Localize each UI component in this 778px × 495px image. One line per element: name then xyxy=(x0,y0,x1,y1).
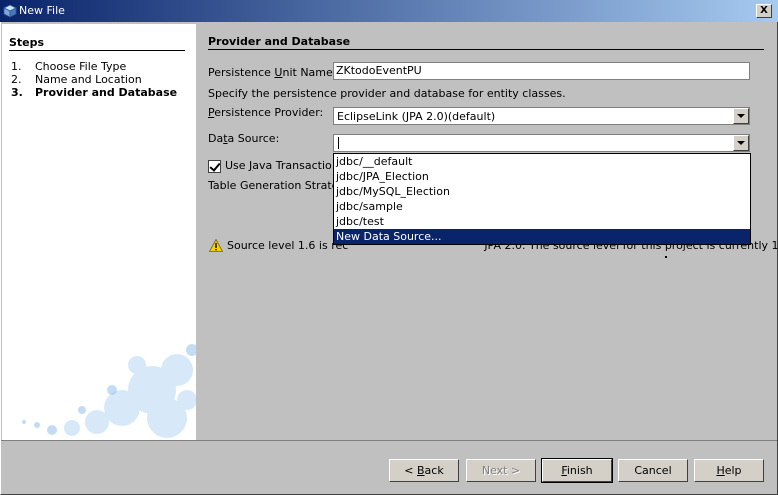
back-button[interactable]: < Back xyxy=(389,459,459,482)
panel-divider xyxy=(208,49,764,50)
datasource-option[interactable]: jdbc/MySQL_Election xyxy=(334,184,750,199)
use-jta-label: Use Java Transactio xyxy=(225,159,332,172)
finish-button[interactable]: Finish xyxy=(541,458,613,483)
step-label: Name and Location xyxy=(35,73,142,86)
close-button[interactable]: X xyxy=(756,4,772,18)
chevron-down-icon[interactable] xyxy=(733,135,749,151)
help-button[interactable]: Help xyxy=(694,459,764,482)
step-item: 2. Name and Location xyxy=(11,73,142,86)
steps-panel: Steps 1. Choose File Type 2. Name and Loca… xyxy=(2,24,196,440)
step-number: 3. xyxy=(11,86,23,99)
step-number: 2. xyxy=(11,73,22,86)
new-data-source-option[interactable]: New Data Source... xyxy=(334,229,750,244)
close-icon: X xyxy=(760,5,768,16)
datasource-dropdown-list[interactable]: jdbc/__default jdbc/JPA_Election jdbc/My… xyxy=(333,153,751,245)
datasource-label: Data Source: xyxy=(208,132,280,145)
steps-title: Steps xyxy=(9,36,45,49)
chevron-down-icon[interactable] xyxy=(733,108,749,124)
next-button[interactable]: Next > xyxy=(466,459,536,482)
use-jta-checkbox[interactable] xyxy=(208,160,221,173)
decorative-bubbles-graphic xyxy=(22,344,196,438)
window-title: New File xyxy=(19,4,65,17)
text-caret xyxy=(338,137,339,149)
datasource-option[interactable]: jdbc/__default xyxy=(334,154,750,169)
provider-value: EclipseLink (JPA 2.0)(default) xyxy=(337,110,496,123)
description-text: Specify the persistence provider and dat… xyxy=(208,87,566,100)
step-label: Choose File Type xyxy=(35,60,127,73)
cube-icon xyxy=(3,4,17,18)
datasource-combo[interactable] xyxy=(333,134,750,152)
step-item-current: 3. Provider and Database xyxy=(11,86,177,99)
steps-divider xyxy=(9,50,185,51)
provider-combo[interactable]: EclipseLink (JPA 2.0)(default) xyxy=(333,107,750,125)
provider-label: Persistence Provider: xyxy=(208,106,324,119)
table-generation-label: Table Generation Strateg xyxy=(208,179,346,192)
step-number: 1. xyxy=(11,60,22,73)
stray-pixel xyxy=(665,256,667,258)
step-label: Provider and Database xyxy=(35,86,178,99)
button-bar: < Back Next > Finish Cancel Help xyxy=(1,440,777,494)
datasource-option[interactable]: jdbc/test xyxy=(334,214,750,229)
cancel-button[interactable]: Cancel xyxy=(618,459,688,482)
datasource-option[interactable]: jdbc/JPA_Election xyxy=(334,169,750,184)
warning-icon xyxy=(209,239,223,252)
unit-name-field[interactable]: ZKtodoEventPU xyxy=(333,62,750,80)
datasource-option[interactable]: jdbc/sample xyxy=(334,199,750,214)
title-bar: New File X xyxy=(0,0,778,22)
unit-name-label: Persistence Unit Name: xyxy=(208,66,337,79)
panel-title: Provider and Database xyxy=(208,35,351,48)
step-item: 1. Choose File Type xyxy=(11,60,126,73)
